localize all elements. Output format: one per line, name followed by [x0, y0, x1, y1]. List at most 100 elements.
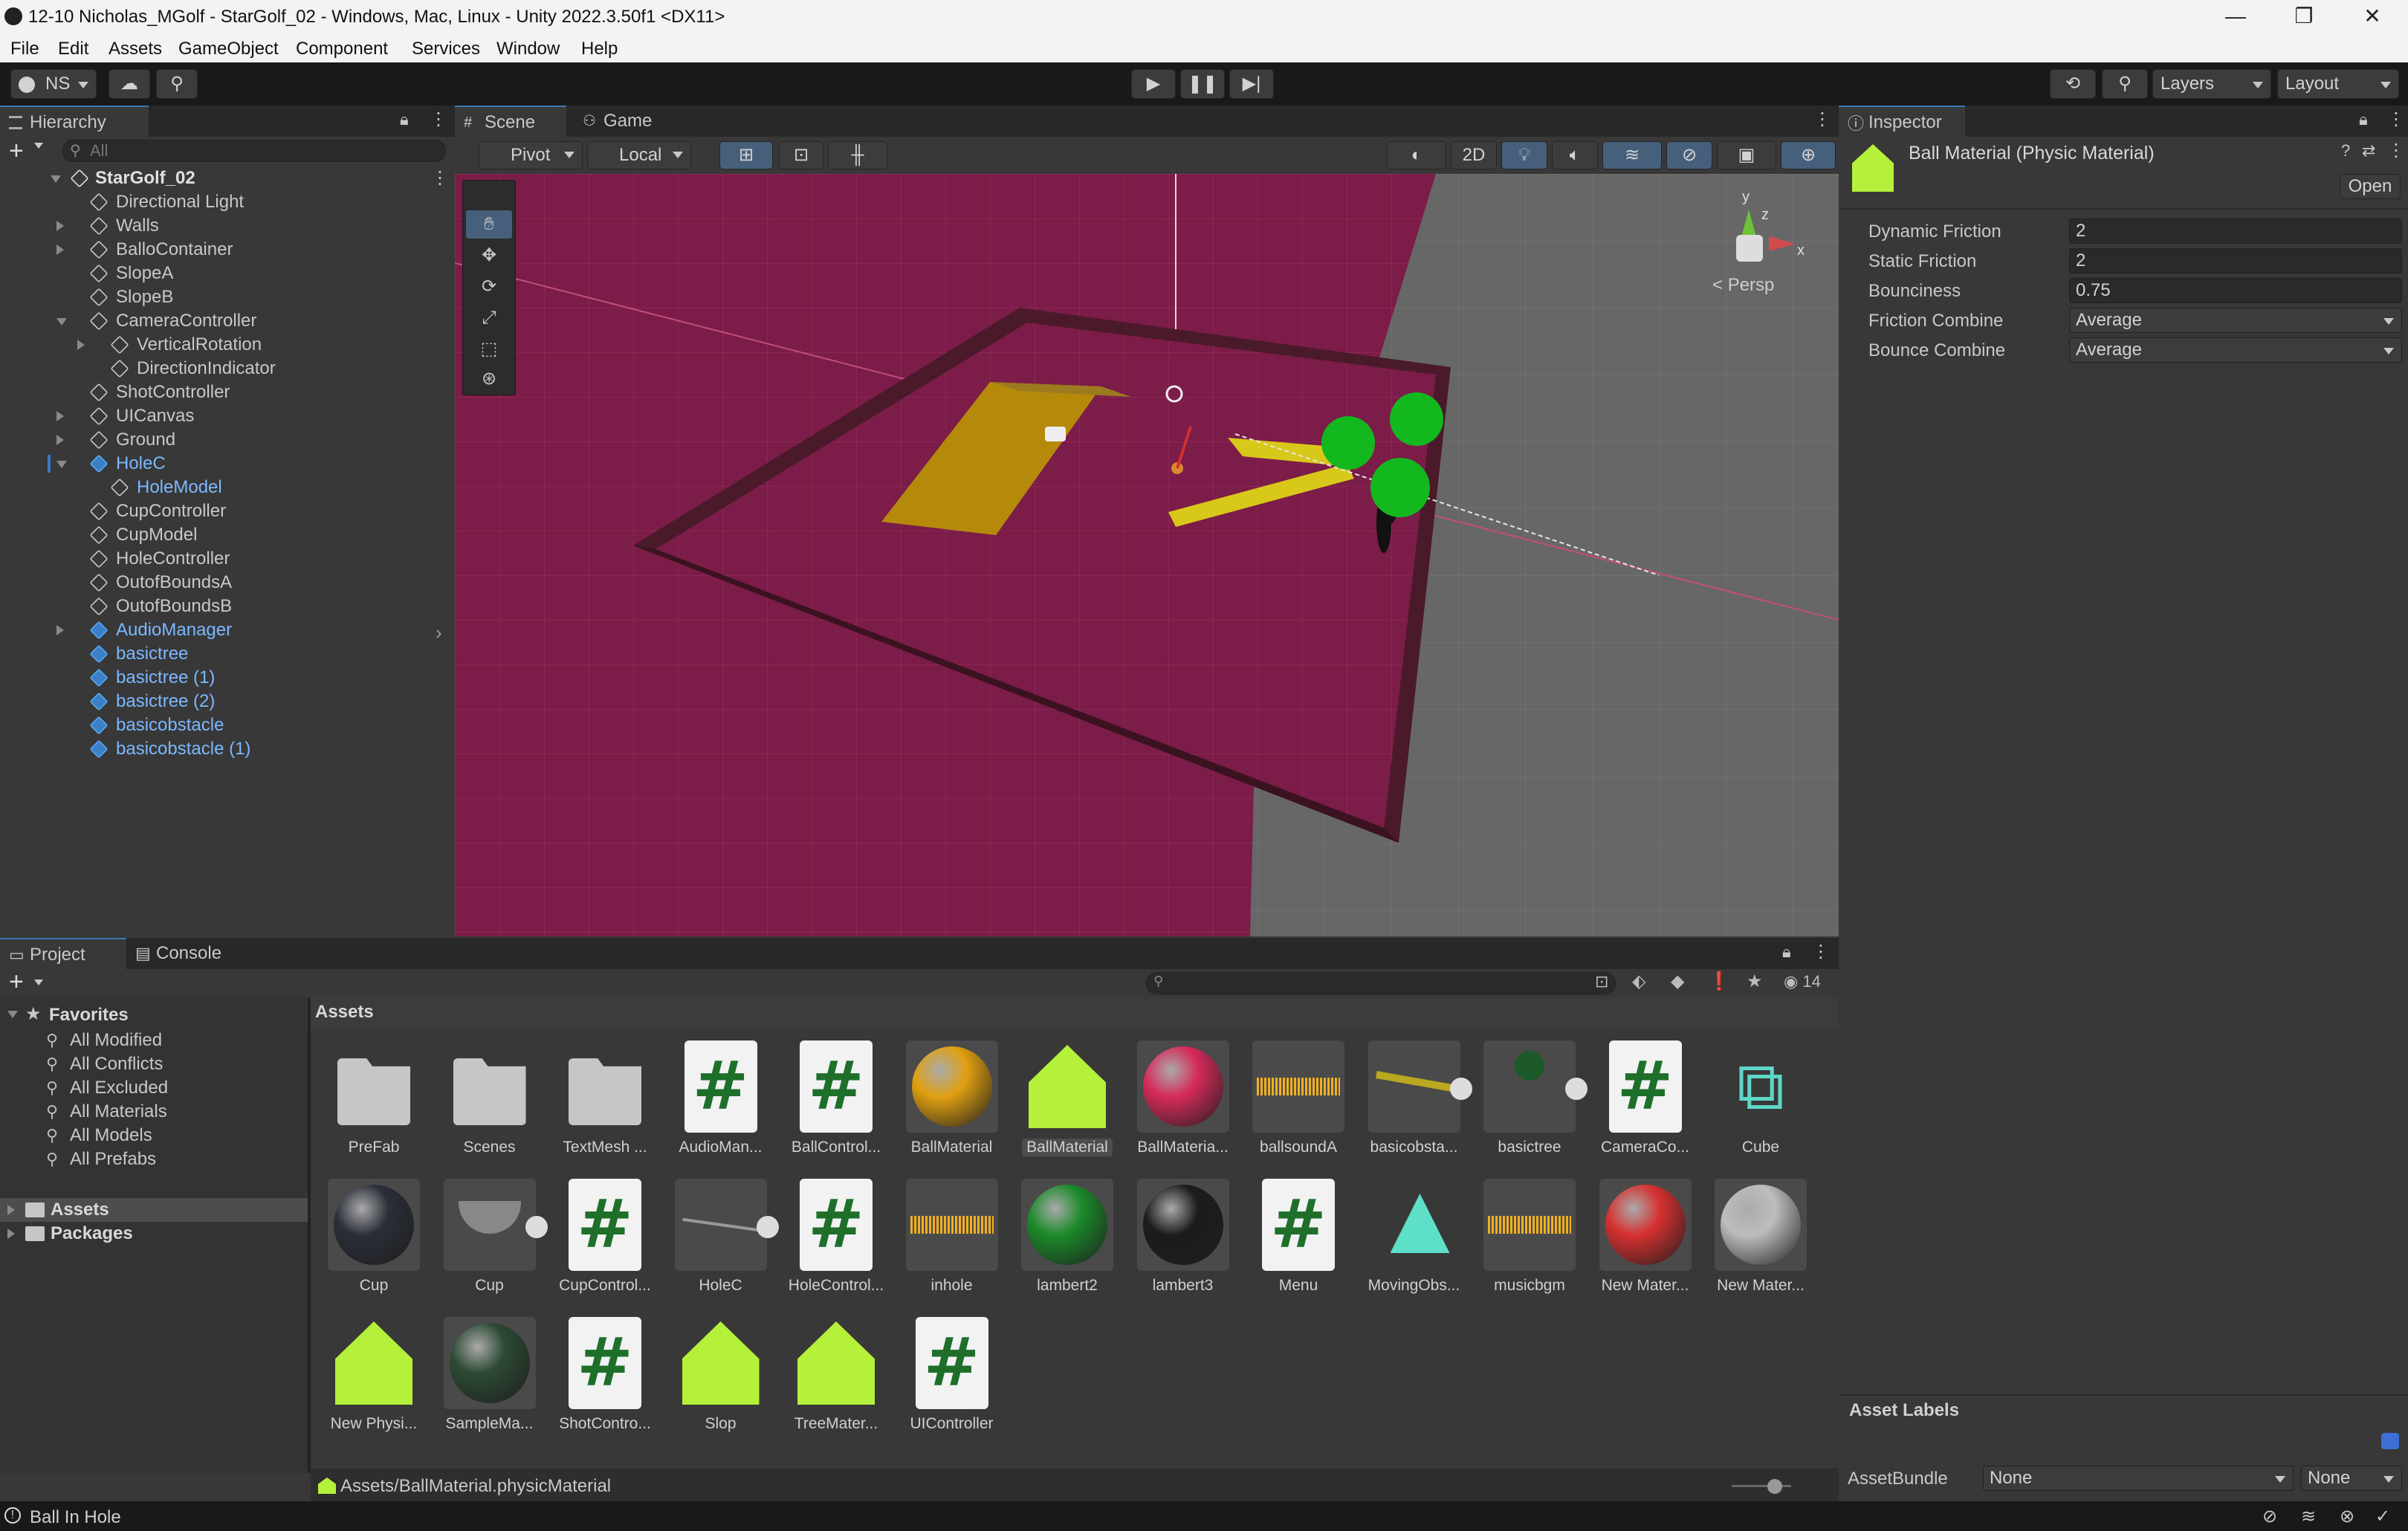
asset-item[interactable]: MovingObs...: [1359, 1174, 1470, 1308]
chevron-right-icon[interactable]: [56, 625, 64, 635]
chevron-right-icon[interactable]: [56, 245, 64, 255]
favorite-item[interactable]: ⚲ All Prefabs: [0, 1148, 308, 1171]
asset-item[interactable]: PreFab: [318, 1036, 430, 1170]
hierarchy-item[interactable]: DirectionIndicator: [0, 357, 455, 381]
network-off-icon[interactable]: ⊘: [2262, 1506, 2277, 1527]
favorite-item[interactable]: ⚲ All Conflicts: [0, 1052, 308, 1076]
hierarchy-item[interactable]: OutofBoundsA: [0, 571, 455, 595]
help-icon[interactable]: ?: [2341, 141, 2350, 161]
asset-item[interactable]: BallMaterial: [896, 1036, 1008, 1170]
expand-prefab-icon[interactable]: [525, 1216, 548, 1238]
asset-item[interactable]: # ShotContro...: [549, 1312, 661, 1446]
scene-viewport[interactable]: ✋︎ ✥ ⟳ ⤢ ⬚ ⊛ y z x < Persp: [455, 174, 1839, 936]
debug-off-icon[interactable]: ⊗: [2340, 1506, 2354, 1527]
hierarchy-item[interactable]: CupController: [0, 499, 455, 523]
scale-tool[interactable]: ⤢: [466, 304, 512, 332]
asset-item[interactable]: TreeMater...: [780, 1312, 892, 1446]
lock-icon[interactable]: 🔒︎: [400, 110, 409, 129]
tab-inspector[interactable]: ⓘ Inspector: [1839, 106, 1965, 137]
asset-item[interactable]: # Menu: [1243, 1174, 1354, 1308]
asset-item[interactable]: Scenes: [434, 1036, 546, 1170]
project-search-input[interactable]: [1146, 972, 1616, 994]
tab-scene[interactable]: # Scene: [455, 106, 566, 137]
favorites-title[interactable]: Favorites: [49, 1005, 129, 1026]
filter-type-icon[interactable]: ⬖: [1632, 971, 1645, 992]
lock-icon[interactable]: 🔒︎: [1782, 942, 1791, 962]
lock-icon[interactable]: 🔒︎: [2359, 110, 2368, 129]
asset-item[interactable]: basictree: [1474, 1036, 1587, 1170]
grid-snap-button[interactable]: ⊞: [719, 141, 773, 169]
assetbundle-dropdown[interactable]: None: [1983, 1466, 2294, 1491]
asset-item[interactable]: SampleMa...: [434, 1312, 546, 1446]
audio-button[interactable]: 🔈︎: [1552, 141, 1598, 169]
zoom-slider-thumb[interactable]: [1767, 1479, 1782, 1494]
menu-gameobject[interactable]: GameObject: [178, 39, 279, 59]
asset-item[interactable]: Cup: [318, 1174, 430, 1308]
chevron-right-icon[interactable]: [77, 340, 85, 350]
hierarchy-item[interactable]: HoleC: [0, 452, 455, 476]
tag-icon[interactable]: [2381, 1433, 2399, 1449]
hierarchy-item[interactable]: basicobstacle (1): [0, 737, 455, 761]
favorite-item[interactable]: ⚲ All Excluded: [0, 1076, 308, 1100]
asset-item[interactable]: musicbgm: [1474, 1174, 1585, 1308]
asset-item[interactable]: HoleC: [665, 1174, 779, 1308]
favorite-item[interactable]: ⚲ All Materials: [0, 1100, 308, 1124]
asset-item[interactable]: BallMaterial: [1012, 1036, 1123, 1170]
layout-dropdown[interactable]: Layout: [2277, 69, 2399, 99]
status-message[interactable]: Ball In Hole: [30, 1507, 121, 1528]
layers-stack-icon[interactable]: ≋: [2301, 1506, 2316, 1527]
favorite-item[interactable]: ⚲ All Models: [0, 1124, 308, 1148]
chevron-down-icon[interactable]: [56, 461, 67, 468]
tab-project[interactable]: ▭ Project: [0, 938, 126, 969]
hierarchy-item[interactable]: Ground: [0, 428, 455, 452]
pivot-dropdown[interactable]: Pivot: [479, 141, 583, 169]
camera-button[interactable]: ▣: [1717, 141, 1776, 169]
rotate-tool[interactable]: ⟳: [466, 273, 512, 301]
open-button[interactable]: Open: [2340, 174, 2401, 199]
field-input[interactable]: 0.75: [2069, 278, 2402, 303]
favorite-icon[interactable]: ★: [1747, 971, 1763, 992]
kebab-menu-icon[interactable]: ⋮: [1812, 941, 1830, 962]
preset-icon[interactable]: ⇄: [2362, 141, 2375, 161]
hierarchy-item[interactable]: OutofBoundsB: [0, 595, 455, 618]
menu-help[interactable]: Help: [581, 39, 618, 59]
expand-prefab-icon[interactable]: [756, 1216, 779, 1238]
menu-file[interactable]: File: [10, 39, 39, 59]
hierarchy-item[interactable]: ShotController: [0, 381, 455, 404]
hand-tool[interactable]: ✋︎: [466, 210, 512, 239]
kebab-menu-icon[interactable]: ⋮: [430, 109, 447, 130]
field-dropdown[interactable]: Average: [2069, 308, 2402, 333]
tree-item-assets[interactable]: Assets: [0, 1198, 308, 1222]
cloud-button[interactable]: ☁: [109, 69, 150, 99]
asset-item[interactable]: # BallControl...: [780, 1036, 892, 1170]
hidden-objects-button[interactable]: ⊘: [1666, 141, 1712, 169]
hierarchy-item[interactable]: Directional Light: [0, 190, 455, 214]
field-dropdown[interactable]: Average: [2069, 337, 2402, 363]
filter-label-icon[interactable]: ◆: [1671, 971, 1684, 992]
menu-window[interactable]: Window: [496, 39, 560, 59]
move-tool[interactable]: ✥: [466, 242, 512, 270]
asset-item[interactable]: lambert3: [1127, 1174, 1239, 1308]
asset-item[interactable]: BallMateria...: [1127, 1036, 1239, 1170]
asset-item[interactable]: Cup: [434, 1174, 548, 1308]
pause-button[interactable]: ❚❚: [1180, 69, 1225, 99]
chevron-down-icon[interactable]: [56, 318, 67, 326]
close-button[interactable]: ✕: [2338, 0, 2407, 34]
maximize-button[interactable]: ❐: [2270, 0, 2338, 34]
toggle-2d-button[interactable]: 2D: [1451, 141, 1497, 169]
gizmos-button[interactable]: ⊕: [1781, 141, 1836, 169]
ruler-button[interactable]: ╫: [828, 141, 887, 169]
tab-hierarchy[interactable]: Hierarchy: [0, 106, 149, 137]
kebab-menu-icon[interactable]: ⋮: [1813, 109, 1831, 130]
draw-mode-button[interactable]: ◐: [1387, 141, 1446, 169]
asset-item[interactable]: lambert2: [1012, 1174, 1123, 1308]
hierarchy-item[interactable]: SlopeA: [0, 262, 455, 285]
zoom-slider[interactable]: [1732, 1485, 1791, 1487]
layers-dropdown[interactable]: Layers: [2152, 69, 2271, 99]
asset-item[interactable]: # UIController: [896, 1312, 1008, 1446]
hierarchy-item[interactable]: AudioManager: [0, 618, 455, 642]
search-input[interactable]: [62, 140, 446, 162]
increment-snap-button[interactable]: ⊡: [779, 141, 823, 169]
effects-button[interactable]: ≋: [1602, 141, 1662, 169]
field-input[interactable]: 2: [2069, 219, 2402, 244]
